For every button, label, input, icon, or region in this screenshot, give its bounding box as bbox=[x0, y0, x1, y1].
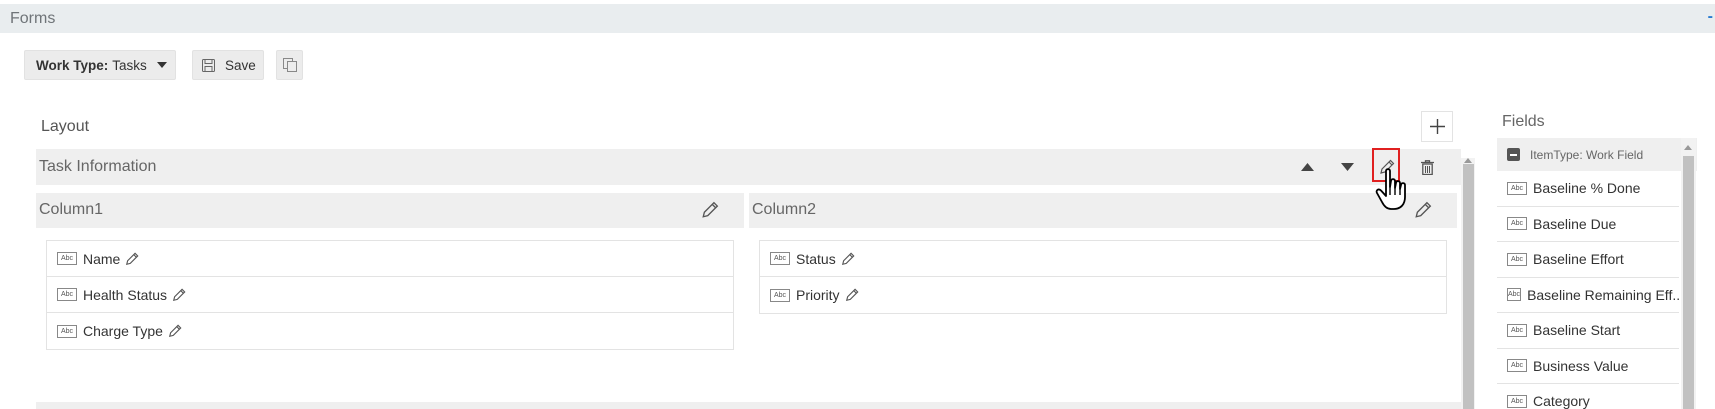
edit-field-button[interactable] bbox=[845, 288, 859, 302]
copy-button[interactable] bbox=[276, 50, 303, 80]
work-type-value: Tasks bbox=[112, 57, 147, 73]
trash-icon bbox=[1420, 159, 1434, 175]
edit-field-button[interactable] bbox=[125, 252, 139, 266]
list-item[interactable]: Abc Health Status bbox=[47, 277, 733, 313]
move-down-button[interactable] bbox=[1333, 149, 1361, 185]
collapse-group-icon[interactable] bbox=[1507, 148, 1520, 161]
field-name: Charge Type bbox=[83, 323, 163, 339]
fields-heading: Fields bbox=[1502, 113, 1545, 130]
pencil-icon bbox=[168, 324, 182, 338]
field-name: Category bbox=[1533, 393, 1590, 409]
field-name: Health Status bbox=[83, 286, 168, 303]
column-header-2: Column2 bbox=[749, 193, 1457, 228]
scroll-up-arrow-icon[interactable] bbox=[1464, 158, 1472, 163]
column-title: Column1 bbox=[39, 201, 104, 218]
field-name: Baseline Start bbox=[1533, 322, 1621, 339]
text-field-icon: Abc bbox=[1507, 217, 1527, 231]
edit-column-1-button[interactable] bbox=[701, 201, 719, 224]
list-item[interactable]: Abc Charge Type bbox=[47, 313, 733, 349]
field-name: Baseline % Done bbox=[1533, 180, 1641, 197]
caret-down-icon bbox=[156, 62, 167, 68]
text-field-icon: Abc bbox=[1507, 359, 1527, 373]
fields-panel: ItemType: Work Field Abc Baseline % Done… bbox=[1497, 138, 1697, 409]
text-field-icon: Abc bbox=[770, 252, 790, 265]
text-field-icon: Abc bbox=[1507, 181, 1527, 195]
edit-field-button[interactable] bbox=[168, 324, 182, 338]
work-type-dropdown[interactable]: Work Type: Tasks bbox=[24, 50, 176, 80]
pencil-icon bbox=[702, 201, 719, 218]
text-field-icon: Abc bbox=[1507, 323, 1527, 337]
edit-field-button[interactable] bbox=[841, 252, 855, 266]
list-item[interactable]: Abc Priority bbox=[760, 277, 1446, 313]
text-field-icon: Abc bbox=[57, 324, 77, 338]
hand-cursor-icon bbox=[1375, 167, 1413, 216]
list-item[interactable]: Abc Baseline Start bbox=[1497, 313, 1679, 349]
list-item[interactable]: Abc Business Value bbox=[1497, 349, 1679, 384]
list-item[interactable]: Abc Baseline Remaining Eff... bbox=[1497, 278, 1679, 313]
add-section-button[interactable] bbox=[1421, 111, 1453, 142]
layout-scrollbar[interactable] bbox=[1461, 158, 1475, 409]
delete-section-button[interactable] bbox=[1413, 149, 1441, 185]
edit-column-2-button[interactable] bbox=[1414, 201, 1432, 224]
copy-icon bbox=[282, 58, 297, 72]
text-field-icon: Abc bbox=[1507, 252, 1527, 266]
scrollbar-thumb[interactable] bbox=[1463, 164, 1474, 409]
field-name: Status bbox=[796, 250, 836, 267]
list-item[interactable]: Abc Baseline % Done bbox=[1497, 171, 1679, 207]
field-group-header[interactable]: ItemType: Work Field bbox=[1497, 138, 1697, 171]
list-item[interactable]: Abc Status bbox=[760, 241, 1446, 277]
section-header: Task Information bbox=[36, 149, 1461, 185]
text-field-icon: Abc bbox=[1507, 394, 1527, 408]
text-field-icon: Abc bbox=[1507, 288, 1522, 302]
list-item[interactable]: Abc Name bbox=[47, 241, 733, 277]
field-name: Baseline Due bbox=[1533, 215, 1617, 232]
field-group-label: ItemType: Work Field bbox=[1530, 147, 1644, 162]
field-name: Name bbox=[83, 250, 121, 267]
column-1-field-list: Abc Name Abc Health Status Abc Charge Ty… bbox=[46, 240, 734, 350]
pencil-icon bbox=[845, 288, 859, 302]
move-down-icon bbox=[1340, 163, 1354, 171]
column-title: Column2 bbox=[752, 201, 817, 218]
field-name: Baseline Effort bbox=[1533, 251, 1624, 268]
pencil-icon bbox=[126, 252, 139, 265]
pencil-icon bbox=[1415, 201, 1432, 218]
text-field-icon: Abc bbox=[57, 288, 77, 301]
list-item[interactable]: Abc Category bbox=[1497, 384, 1679, 409]
list-item[interactable]: Abc Baseline Effort bbox=[1497, 242, 1679, 278]
list-item[interactable]: Abc Baseline Due bbox=[1497, 207, 1679, 242]
page-title: Forms bbox=[10, 10, 56, 27]
pencil-icon bbox=[173, 288, 186, 301]
field-name: Priority bbox=[796, 287, 840, 303]
scrollbar-thumb[interactable] bbox=[1683, 156, 1694, 409]
forms-title-bar: Forms - bbox=[0, 4, 1715, 33]
pencil-icon bbox=[841, 252, 855, 265]
save-icon bbox=[202, 58, 215, 72]
save-button[interactable]: Save bbox=[192, 50, 264, 80]
fields-scrollbar[interactable] bbox=[1681, 138, 1696, 409]
scroll-up-arrow-icon[interactable] bbox=[1684, 145, 1692, 150]
save-label: Save bbox=[225, 57, 256, 73]
move-up-icon bbox=[1300, 163, 1314, 171]
section-title: Task Information bbox=[39, 158, 157, 175]
collapse-icon[interactable]: - bbox=[1708, 8, 1713, 26]
next-section-header bbox=[36, 402, 1461, 409]
field-name: Business Value bbox=[1533, 357, 1629, 374]
column-header-1: Column1 bbox=[36, 193, 744, 228]
text-field-icon: Abc bbox=[57, 252, 77, 265]
layout-heading: Layout bbox=[41, 118, 90, 135]
plus-icon bbox=[1429, 119, 1445, 134]
edit-field-button[interactable] bbox=[172, 288, 186, 302]
column-2-field-list: Abc Status Abc Priority bbox=[759, 240, 1447, 314]
work-type-label: Work Type: bbox=[36, 57, 109, 73]
text-field-icon: Abc bbox=[770, 288, 790, 302]
move-up-button[interactable] bbox=[1293, 149, 1321, 185]
field-name: Baseline Remaining Eff... bbox=[1527, 286, 1679, 303]
